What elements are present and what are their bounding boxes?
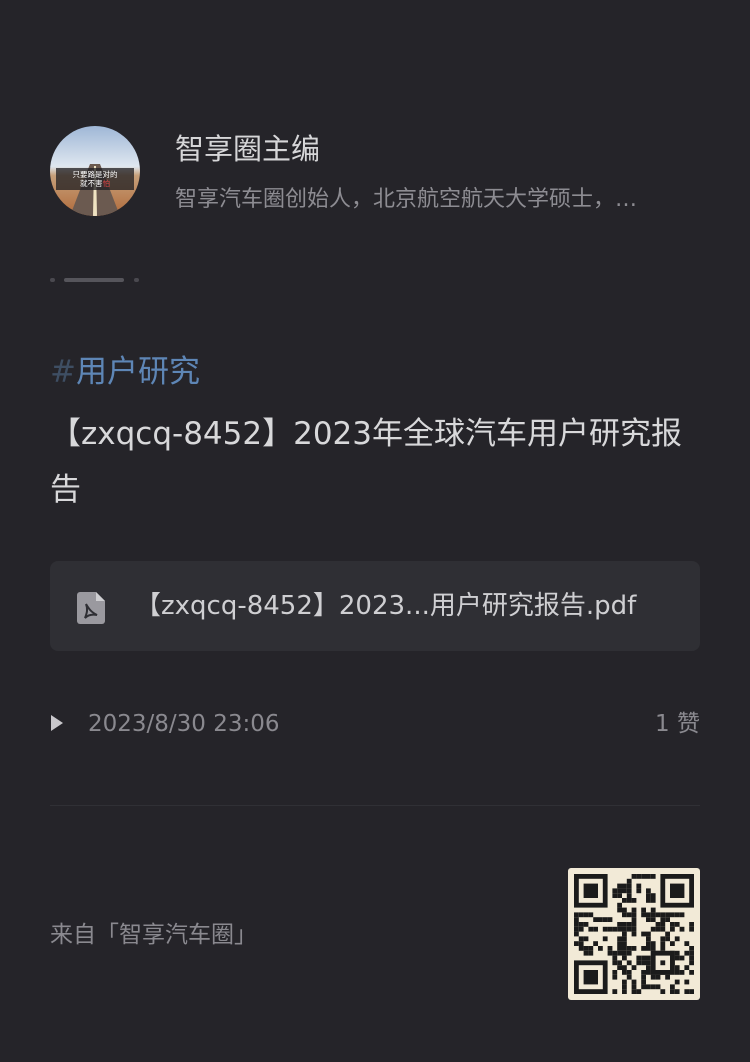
author-header[interactable]: 只要路是对的 就不害怕 智享圈主编 智享汽车圈创始人，北京航空航天大学硕士，… [50,124,700,216]
avatar[interactable]: 只要路是对的 就不害怕 [50,126,140,216]
qr-code-icon [568,868,700,1000]
play-icon[interactable] [50,714,64,732]
section-divider [50,276,150,284]
author-name[interactable]: 智享圈主编 [175,129,320,169]
like-count[interactable]: 1 赞 [655,706,700,742]
tag-label: 用户研究 [75,354,200,390]
source-label: 来自「智享汽车圈」 [50,922,257,948]
svg-text:只要路是对的: 只要路是对的 [73,169,118,179]
tag-hash: # [50,354,76,390]
avatar-road-image: 只要路是对的 就不害怕 [50,126,140,216]
post-title: 【zxqcq-8452】2023年全球汽车用户研究报告 [50,416,682,508]
file-name: 【zxqcq-8452】2023...用户研究报告.pdf [135,591,637,621]
author-bio: 智享汽车圈创始人，北京航空航天大学硕士，… [175,187,638,212]
topic-tag[interactable]: #用户研究 [50,350,200,394]
svg-text:就不害怕: 就不害怕 [80,178,110,188]
footer-divider [50,805,700,806]
pdf-icon [77,592,105,624]
file-attachment-card[interactable]: 【zxqcq-8452】2023...用户研究报告.pdf [50,561,700,651]
post-meta: 2023/8/30 23:06 1 赞 [50,706,700,742]
post-timestamp: 2023/8/30 23:06 [88,711,280,737]
